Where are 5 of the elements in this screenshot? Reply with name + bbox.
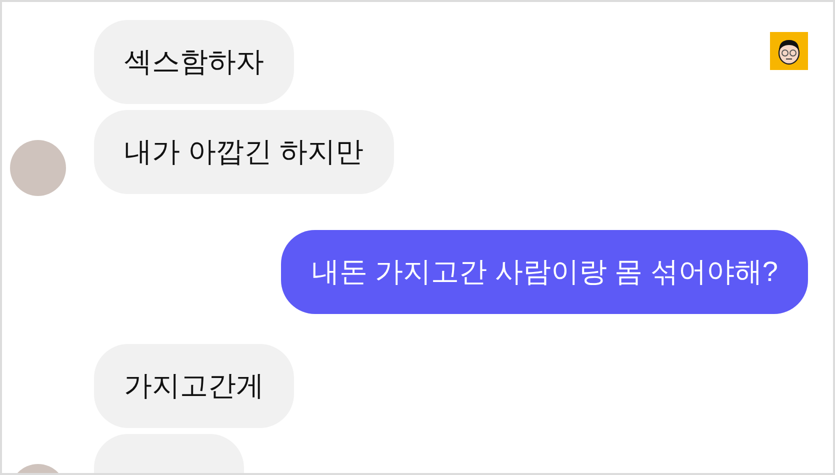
channel-logo-icon <box>770 32 808 70</box>
message-text: 섹스함하자 <box>124 45 264 79</box>
message-text: 내돈 가지고간 사람이랑 몸 섞어야해? <box>311 255 778 289</box>
message-text: 가지고간게 <box>124 369 264 403</box>
message-text: 내가 아깝긴 하지만 <box>124 135 364 169</box>
